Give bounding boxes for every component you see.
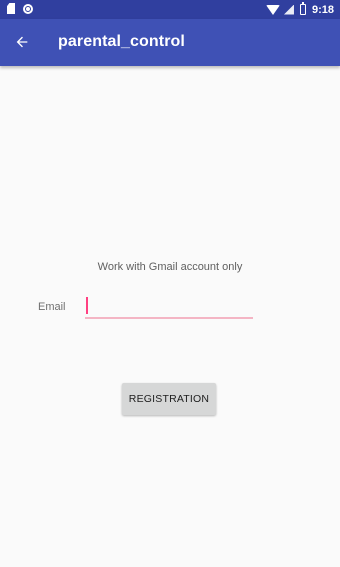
signal-icon bbox=[283, 4, 294, 15]
registration-button[interactable]: REGISTRATION bbox=[122, 383, 216, 415]
email-field[interactable] bbox=[85, 295, 253, 319]
status-right-icons: 9:18 bbox=[265, 2, 334, 17]
battery-icon bbox=[299, 2, 306, 15]
app-title: parental_control bbox=[58, 33, 185, 50]
email-label: Email bbox=[38, 301, 66, 313]
status-left-icons bbox=[7, 3, 33, 14]
app-bar: parental_control bbox=[0, 19, 340, 66]
sd-card-icon bbox=[7, 3, 15, 14]
status-time: 9:18 bbox=[311, 3, 334, 16]
text-cursor bbox=[86, 297, 88, 314]
arrow-back-icon bbox=[16, 36, 28, 48]
wifi-icon bbox=[265, 4, 280, 15]
status-bar: 9:18 bbox=[0, 0, 340, 19]
gmail-notice: Work with Gmail account only bbox=[97, 261, 243, 273]
sync-icon bbox=[23, 3, 33, 14]
back-button[interactable] bbox=[8, 28, 36, 56]
